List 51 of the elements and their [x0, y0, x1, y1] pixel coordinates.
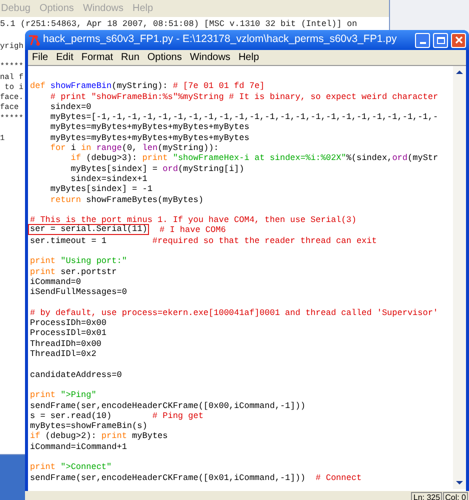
code-line: myBytes=myBytes+myBytes+myBytes+myBytes: [49, 132, 250, 142]
code-line: candidateAddress=0: [30, 368, 122, 379]
code-line: ThreadIDl=0x2: [30, 348, 96, 358]
menu-item[interactable]: Options: [147, 50, 182, 65]
code-line: myBytes[sindex] = ord(myString[i]): [70, 162, 244, 173]
status-field: Ln: 325: [411, 492, 442, 500]
code-line: print ">Ping": [30, 389, 96, 400]
menu-item[interactable]: Run: [121, 50, 140, 65]
window-title: hack_perms_s60v3_FP1.py - E:\123178_vzlom\hack_perms_s60v3_FP1.py: [43, 32, 398, 48]
menu-item[interactable]: Format: [81, 50, 114, 65]
code-line: ThreadIDh=0x00: [30, 338, 102, 348]
code-line: ser.timeout = 1 #required so that the reader thread can exit: [30, 234, 377, 246]
code-line: # by default, use process=ekern.exe[100041af]0001 and thread called 'Supervisor': [30, 306, 438, 318]
code-line: # This is the port minus 1. If you have COM4, then use Serial(3): [30, 214, 356, 224]
minimize-button[interactable]: [415, 32, 430, 48]
close-icon: [454, 36, 462, 44]
menu-item[interactable]: Windows: [190, 50, 230, 65]
code-line: sindex=sindex+1: [70, 173, 148, 184]
menu-item[interactable]: Help: [238, 50, 260, 65]
code-line: myBytes=[-1,-1,-1,-1,-1,-1,-1,-1,-1,-1,-1,-1,-1,-1,-1,-1,-1,-1,-1,-1,-1,-1,-: [49, 111, 438, 122]
code-line: print ser.portstr: [30, 266, 117, 276]
close-button[interactable]: [451, 32, 466, 48]
code-line: print ">Connect": [30, 461, 112, 472]
shell-output-line: 5.1 (r251:54863, Apr 18 2007, 08:51:08) [MSC v.1310 32 bit (Intel)] on: [0, 19, 358, 29]
code-line: ProcessIDh=0x00: [30, 317, 107, 328]
code-line: s = ser.read(10) # Ping get: [30, 410, 204, 420]
code-line: ser = serial.Serial(11) # I have COM6: [30, 224, 226, 235]
code-line: sindex=0: [49, 101, 92, 112]
code-line: iCommand=0: [30, 276, 82, 286]
status-field: Col: 0: [443, 492, 468, 500]
code-line: if (debug>2): print myBytes: [30, 430, 168, 441]
code-line: print "Using port:": [30, 255, 127, 266]
code-line: sendFrame(ser,encodeHeaderCKFrame([0x01,iCommand,-1])) # Connect: [30, 472, 362, 482]
code-line: def showFrameBin(myString): # [7e 01 01 fd 7e]: [30, 80, 265, 91]
menu-item[interactable]: Edit: [56, 50, 74, 65]
code-line: myBytes=showFrameBin(s): [30, 420, 148, 430]
maximize-button[interactable]: [433, 32, 448, 48]
code-line: if (debug>3): print "showFrameHex-i at sindex=%i:%02X"%(sindex,ord(myStr: [70, 152, 438, 163]
scrollbar[interactable]: [453, 66, 466, 489]
code-line: ProcessIDl=0x01: [30, 327, 107, 338]
code-line: sendFrame(ser,encodeHeaderCKFrame([0x00,iCommand,-1])): [30, 400, 306, 410]
code-line: return showFrameBytes(myBytes): [49, 194, 204, 204]
app-icon: [28, 34, 40, 46]
code-line: iSendFullMessages=0: [30, 286, 127, 297]
menu-item[interactable]: File: [32, 50, 48, 65]
code-line: iCommand=iCommand+1: [30, 440, 127, 451]
code-line: # print "showFrameBin:%s"%myString # It is binary, so expect weird character: [49, 90, 438, 101]
code-line: for i in range(0, len(myString)):: [49, 142, 219, 152]
code-line: myBytes[sindex] = -1: [49, 183, 152, 194]
highlighted-code: ser = serial.Serial(11): [28, 224, 150, 236]
code-line: myBytes=myBytes+myBytes+myBytes+myBytes: [49, 121, 250, 132]
